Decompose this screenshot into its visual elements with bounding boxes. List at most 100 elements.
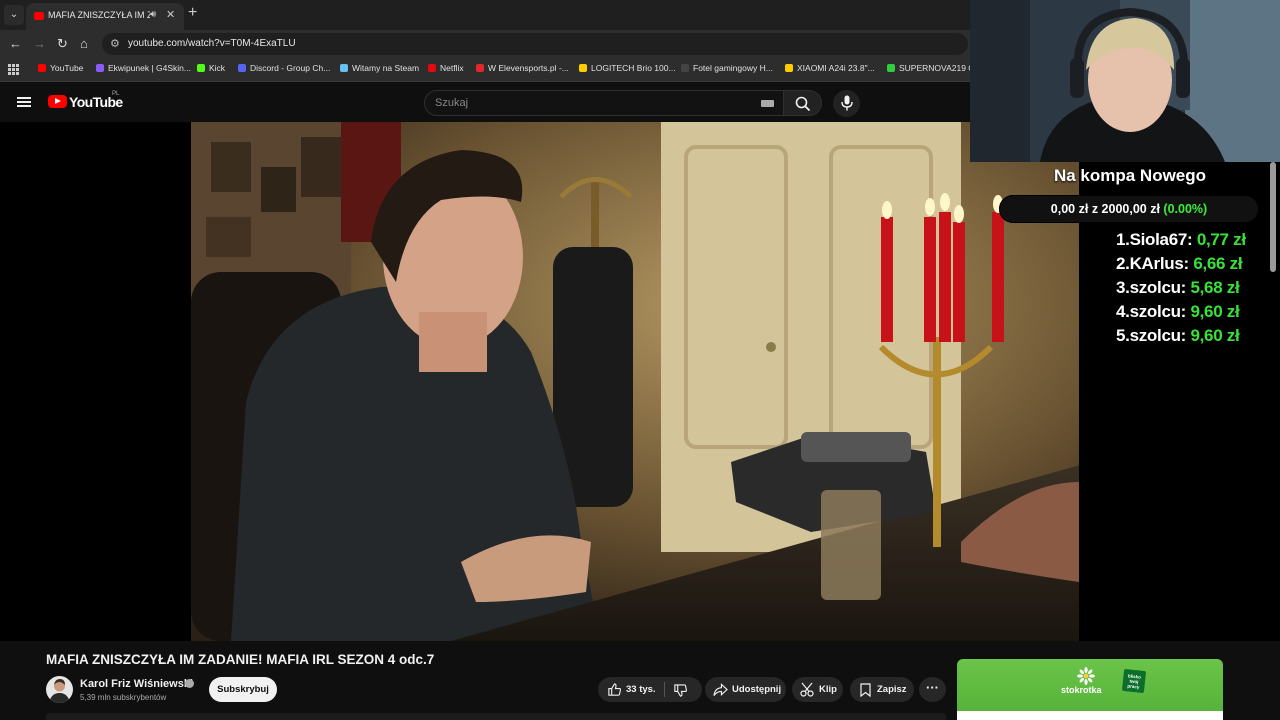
bookmark-label: Netflix — [440, 63, 464, 73]
bookmark-item[interactable]: Ekwipunek | G4Skin... — [96, 63, 191, 77]
bookmark-favicon-icon — [428, 64, 436, 72]
donor-row: 3.szolcu: 5,68 zł — [1116, 278, 1276, 302]
donor-row: 1.Siola67: 0,77 zł — [1116, 230, 1276, 254]
scissors-icon — [800, 682, 814, 697]
donor-amount: 5,68 zł — [1190, 278, 1240, 297]
keyboard-icon[interactable] — [761, 100, 774, 107]
bookmark-item[interactable]: Discord - Group Ch... — [238, 63, 330, 77]
voice-search-button[interactable] — [833, 90, 860, 117]
bookmark-favicon-icon — [579, 64, 587, 72]
back-arrow-icon[interactable]: ← — [9, 36, 22, 51]
search-input[interactable] — [425, 91, 755, 115]
donor-amount: 6,66 zł — [1193, 254, 1243, 273]
video-title: MAFIA ZNISZCZYŁA IM ZADANIE! MAFIA IRL S… — [46, 652, 435, 667]
thumbs-up-icon[interactable] — [607, 682, 622, 697]
apps-grid-icon[interactable] — [8, 64, 19, 75]
video-frame — [191, 122, 1079, 641]
like-count[interactable]: 33 tys. — [626, 684, 656, 695]
video-player[interactable] — [191, 122, 1079, 641]
new-tab-button[interactable]: + — [188, 4, 197, 22]
microphone-icon — [841, 95, 853, 111]
goal-percent: (0.00%) — [1163, 202, 1208, 216]
close-tab-icon[interactable]: ✕ — [166, 8, 175, 21]
donor-row: 5.szolcu: 9,60 zł — [1116, 326, 1276, 350]
bookmark-favicon-icon — [887, 64, 895, 72]
donor-name: szolcu: — [1129, 302, 1187, 321]
bookmark-favicon-icon — [238, 64, 246, 72]
tab-search-button[interactable]: ⌄ — [4, 5, 24, 25]
goal-of: z — [1091, 202, 1099, 216]
donor-rank: 1. — [1116, 230, 1130, 249]
donor-amount: 0,77 zł — [1196, 230, 1246, 249]
menu-icon[interactable] — [17, 97, 31, 107]
thumbs-down-icon[interactable] — [673, 683, 688, 698]
browser-tab-active[interactable]: MAFIA ZNISZCZYŁA IM ZADANIE! 🔊︎ ✕ — [26, 3, 184, 30]
more-actions-button[interactable]: ··· — [919, 677, 946, 702]
bookmark-label: Witamy na Steam — [352, 63, 420, 73]
stokrotka-ad-banner[interactable]: stokrotka blisko twój pracy — [957, 659, 1223, 720]
channel-name[interactable]: Karol Friz Wiśniewski — [80, 678, 193, 690]
bookmark-label: XIAOMI A24i 23.8"... — [797, 63, 875, 73]
donor-name: Siola67: — [1129, 230, 1193, 249]
share-button[interactable]: Udostępnij — [705, 677, 786, 702]
donor-name: KArlus: — [1129, 254, 1190, 273]
bookmark-item[interactable]: Witamy na Steam — [340, 63, 419, 77]
bookmark-label: YouTube — [50, 63, 84, 73]
ad-brand: stokrotka — [1061, 685, 1102, 695]
donor-name: szolcu: — [1129, 278, 1187, 297]
donor-amount: 9,60 zł — [1190, 326, 1240, 345]
bookmarks-bar: YouTube Ekwipunek | G4Skin... Kick Discord … — [0, 58, 986, 82]
bookmark-favicon-icon — [476, 64, 484, 72]
verified-check-icon — [185, 679, 194, 688]
youtube-header: YouTube PL — [0, 82, 970, 122]
subscribe-button[interactable]: Subskrybuj — [209, 677, 277, 702]
clip-button[interactable]: Klip — [792, 677, 843, 702]
reload-icon[interactable]: ↻ — [57, 36, 68, 52]
browser-tab-bar: ⌄ MAFIA ZNISZCZYŁA IM ZADANIE! 🔊︎ ✕ + — [0, 0, 970, 30]
donation-goal-progress-bar: 0,00 zł z 2000,00 zł (0.00%) — [999, 195, 1259, 223]
bookmark-favicon-icon — [340, 64, 348, 72]
goal-current: 0,00 zł — [1050, 202, 1089, 216]
home-icon[interactable]: ⌂ — [80, 36, 88, 51]
channel-avatar[interactable] — [46, 676, 73, 703]
save-button[interactable]: Zapisz — [850, 677, 914, 702]
subscriber-count: 5,39 mln subskrybentów — [80, 693, 167, 702]
donor-amount: 9,60 zł — [1190, 302, 1240, 321]
audio-playing-icon[interactable]: 🔊︎ — [150, 9, 156, 20]
youtube-favicon-icon — [34, 12, 44, 20]
bookmark-item[interactable]: LOGITECH Brio 100... — [579, 63, 676, 77]
daisy-logo-icon — [1077, 667, 1095, 685]
search-button[interactable] — [784, 90, 822, 116]
url-text[interactable]: youtube.com/watch?v=T0M-4ExaTLU — [128, 38, 296, 49]
player-letterbox-left — [0, 122, 191, 641]
search-box — [424, 90, 784, 116]
tab-title: MAFIA ZNISZCZYŁA IM ZADANIE! — [48, 10, 150, 20]
bookmark-label: W Elevensports.pl -... — [488, 63, 569, 73]
bookmark-label: Fotel gamingowy H... — [693, 63, 773, 73]
top-donors-list: 1.Siola67: 0,77 zł 2.KArlus: 6,66 zł 3.szo… — [1116, 230, 1276, 350]
bookmark-item[interactable]: Netflix — [428, 63, 464, 77]
save-label: Zapisz — [877, 684, 907, 695]
bookmark-item[interactable]: YouTube — [38, 63, 83, 77]
donation-goal-text: 0,00 zł z 2000,00 zł (0.00%) — [999, 202, 1259, 216]
clip-label: Klip — [819, 684, 837, 695]
bookmark-item[interactable]: Fotel gamingowy H... — [681, 63, 773, 77]
bookmark-item[interactable]: XIAOMI A24i 23.8"... — [785, 63, 875, 77]
country-code: PL — [112, 91, 120, 97]
site-info-icon[interactable]: ⚙ — [110, 37, 120, 50]
webcam-frame — [970, 0, 1280, 162]
bookmark-favicon-icon — [785, 64, 793, 72]
browser-toolbar: ← → ↻ ⌂ ⚙ youtube.com/watch?v=T0M-4ExaTL… — [0, 30, 970, 58]
donor-row: 2.KArlus: 6,66 zł — [1116, 254, 1276, 278]
donor-row: 4.szolcu: 9,60 zł — [1116, 302, 1276, 326]
donor-rank: 5. — [1116, 326, 1130, 345]
description-box[interactable] — [46, 713, 946, 720]
forward-arrow-icon[interactable]: → — [33, 36, 46, 51]
bookmark-item[interactable]: Kick — [197, 63, 225, 77]
page-scrollbar[interactable] — [1270, 162, 1276, 272]
address-bar[interactable]: ⚙ youtube.com/watch?v=T0M-4ExaTLU — [102, 33, 968, 55]
donor-rank: 4. — [1116, 302, 1130, 321]
like-dislike-group: 33 tys. — [598, 677, 702, 702]
bookmark-favicon-icon — [38, 64, 46, 72]
bookmark-item[interactable]: W Elevensports.pl -... — [476, 63, 569, 77]
